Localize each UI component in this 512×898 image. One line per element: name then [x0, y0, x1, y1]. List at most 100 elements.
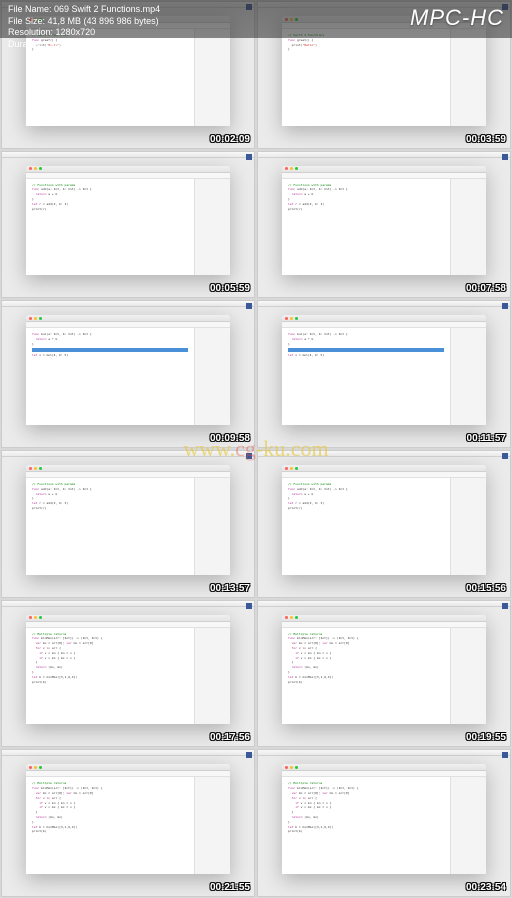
- results-sidebar: [450, 777, 486, 874]
- code-editor: // Multiple returns func minMax(arr: [In…: [26, 777, 194, 874]
- macos-menubar: [258, 601, 510, 607]
- code-editor: // Functions with params func add(a: Int…: [282, 179, 450, 276]
- close-icon: [29, 766, 32, 769]
- maximize-icon: [39, 467, 42, 470]
- results-sidebar: [194, 478, 230, 575]
- corner-icon: [502, 303, 508, 309]
- results-sidebar: [450, 179, 486, 276]
- thumbnail[interactable]: // Multiple returns func minMax(arr: [In…: [1, 600, 255, 748]
- thumbnail-grid: // Swift 2 Functions func greet() { prin…: [0, 0, 512, 898]
- window-titlebar: [282, 465, 486, 472]
- thumbnail[interactable]: // Multiple returns func minMax(arr: [In…: [1, 749, 255, 897]
- results-sidebar: [194, 179, 230, 276]
- editor-area: // Multiple returns func minMax(arr: [In…: [282, 628, 486, 725]
- close-icon: [285, 467, 288, 470]
- timestamp-label: 00:19:55: [466, 732, 506, 743]
- mpc-info-overlay: File Name: 069 Swift 2 Functions.mp4 Fil…: [0, 0, 512, 38]
- window-titlebar: [26, 166, 230, 173]
- maximize-icon: [39, 167, 42, 170]
- timestamp-label: 00:09:58: [210, 433, 250, 444]
- window-titlebar: [26, 764, 230, 771]
- macos-menubar: [2, 750, 254, 756]
- file-info-block: File Name: 069 Swift 2 Functions.mp4 Fil…: [8, 4, 160, 34]
- timestamp-label: 00:03:59: [466, 134, 506, 145]
- maximize-icon: [295, 317, 298, 320]
- thumbnail[interactable]: func mul(a: Int, b: Int) -> Int { return…: [257, 300, 511, 448]
- minimize-icon: [290, 317, 293, 320]
- editor-area: // Functions with params func add(a: Int…: [282, 179, 486, 276]
- xcode-window: // Multiple returns func minMax(arr: [In…: [282, 615, 486, 725]
- results-sidebar: [450, 29, 486, 126]
- xcode-window: // Functions with params func add(a: Int…: [282, 166, 486, 276]
- code-editor: // Swift 2 Functions func greet() { prin…: [282, 29, 450, 126]
- minimize-icon: [290, 467, 293, 470]
- thumbnail[interactable]: // Functions with params func add(a: Int…: [257, 450, 511, 598]
- maximize-icon: [295, 616, 298, 619]
- close-icon: [29, 467, 32, 470]
- macos-menubar: [258, 301, 510, 307]
- macos-menubar: [258, 451, 510, 457]
- maximize-icon: [295, 467, 298, 470]
- corner-icon: [246, 154, 252, 160]
- code-editor: // Functions with params func add(a: Int…: [282, 478, 450, 575]
- close-icon: [29, 167, 32, 170]
- code-editor: func mul(a: Int, b: Int) -> Int { return…: [26, 328, 194, 425]
- thumbnail[interactable]: // Functions with params func add(a: Int…: [1, 450, 255, 598]
- minimize-icon: [34, 167, 37, 170]
- xcode-window: // Multiple returns func minMax(arr: [In…: [282, 764, 486, 874]
- close-icon: [29, 616, 32, 619]
- editor-area: // Functions with params func add(a: Int…: [26, 478, 230, 575]
- corner-icon: [502, 603, 508, 609]
- corner-icon: [246, 603, 252, 609]
- timestamp-label: 00:17:56: [210, 732, 250, 743]
- timestamp-label: 00:07:58: [466, 283, 506, 294]
- thumbnail[interactable]: // Functions with params func add(a: Int…: [1, 151, 255, 299]
- timestamp-label: 00:23:54: [466, 882, 506, 893]
- xcode-window: // Functions with params func add(a: Int…: [26, 465, 230, 575]
- results-sidebar: [194, 328, 230, 425]
- thumbnail[interactable]: func mul(a: Int, b: Int) -> Int { return…: [1, 300, 255, 448]
- window-titlebar: [282, 764, 486, 771]
- macos-menubar: [2, 301, 254, 307]
- xcode-window: // Functions with params func add(a: Int…: [26, 166, 230, 276]
- timestamp-label: 00:11:57: [467, 433, 506, 444]
- macos-menubar: [258, 152, 510, 158]
- file-name-row: File Name: 069 Swift 2 Functions.mp4: [8, 4, 160, 16]
- thumbnail[interactable]: // Multiple returns func minMax(arr: [In…: [257, 749, 511, 897]
- minimize-icon: [34, 467, 37, 470]
- corner-icon: [246, 752, 252, 758]
- xcode-window: func mul(a: Int, b: Int) -> Int { return…: [26, 315, 230, 425]
- timestamp-label: 00:13:57: [210, 583, 250, 594]
- editor-area: func mul(a: Int, b: Int) -> Int { return…: [26, 328, 230, 425]
- close-icon: [285, 167, 288, 170]
- code-editor: // Functions with params func add(a: Int…: [26, 179, 194, 276]
- code-editor: // Multiple returns func minMax(arr: [In…: [282, 628, 450, 725]
- results-sidebar: [450, 478, 486, 575]
- close-icon: [285, 766, 288, 769]
- maximize-icon: [295, 167, 298, 170]
- thumbnail[interactable]: // Multiple returns func minMax(arr: [In…: [257, 600, 511, 748]
- timestamp-label: 00:02:09: [210, 134, 250, 145]
- maximize-icon: [39, 766, 42, 769]
- xcode-window: // Multiple returns func minMax(arr: [In…: [26, 615, 230, 725]
- close-icon: [285, 616, 288, 619]
- code-editor: func mul(a: Int, b: Int) -> Int { return…: [282, 328, 450, 425]
- window-titlebar: [282, 166, 486, 173]
- editor-area: // Swift 2 Functions func greet() { prin…: [282, 29, 486, 126]
- results-sidebar: [450, 328, 486, 425]
- editor-area: // Multiple returns func minMax(arr: [In…: [26, 777, 230, 874]
- minimize-icon: [290, 616, 293, 619]
- resolution-row: Resolution: 1280x720: [8, 27, 160, 39]
- xcode-window: // Functions with params func add(a: Int…: [282, 465, 486, 575]
- player-logo: MPC-HC: [410, 4, 504, 34]
- editor-area: // Functions with params func add(a: Int…: [26, 179, 230, 276]
- thumbnail[interactable]: // Functions with params func add(a: Int…: [257, 151, 511, 299]
- corner-icon: [246, 453, 252, 459]
- window-titlebar: [26, 315, 230, 322]
- close-icon: [29, 317, 32, 320]
- macos-menubar: [258, 750, 510, 756]
- macos-menubar: [2, 451, 254, 457]
- minimize-icon: [34, 766, 37, 769]
- minimize-icon: [290, 766, 293, 769]
- window-titlebar: [282, 315, 486, 322]
